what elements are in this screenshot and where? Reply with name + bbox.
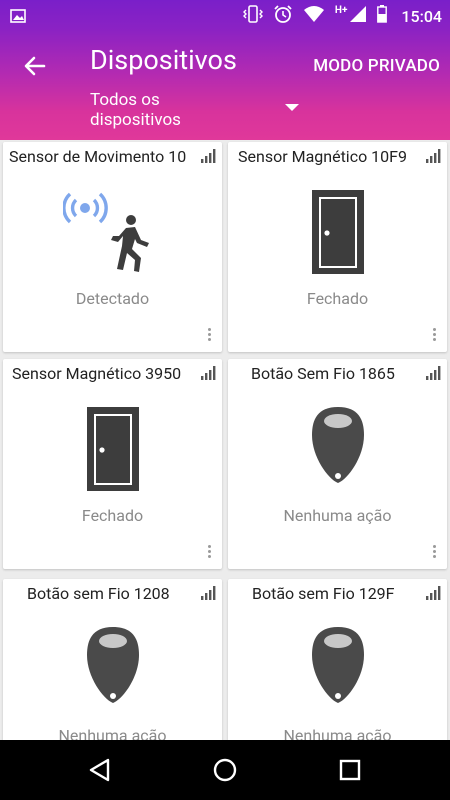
alarm-icon [273, 4, 293, 28]
vibrate-icon [242, 5, 263, 27]
signal-strength-icon [201, 366, 216, 380]
nav-recents-button[interactable] [336, 756, 364, 784]
device-status: Nenhuma ação [283, 726, 392, 740]
device-card[interactable]: Sensor de Movimento 10 Detectado [3, 142, 222, 352]
image-icon [10, 8, 26, 28]
arrow-left-icon [24, 56, 46, 76]
key-fob-icon [86, 627, 139, 703]
nav-back-button[interactable] [86, 756, 114, 784]
signal-strength-icon [426, 586, 441, 600]
device-name: Sensor Magnético 10F9 [238, 147, 407, 166]
device-status: Detectado [75, 289, 150, 308]
more-options-icon[interactable] [433, 328, 437, 342]
device-name: Sensor Magnético 3950 [12, 364, 182, 383]
motion-sensor-icon [62, 192, 149, 272]
key-fob-icon [311, 627, 364, 703]
cell-signal-icon [349, 5, 367, 27]
device-name: Sensor de Movimento 10 [9, 147, 187, 166]
door-icon [311, 190, 364, 274]
door-icon [86, 407, 139, 491]
square-recents-icon [339, 759, 361, 781]
page-title: Dispositivos [90, 44, 237, 76]
device-status: Nenhuma ação [58, 726, 167, 740]
device-status: Fechado [306, 289, 369, 308]
triangle-back-icon [89, 758, 110, 782]
key-fob-icon [311, 407, 364, 483]
status-bar: H+ 15:04 [0, 0, 450, 32]
device-name: Botão sem Fio 129F [252, 584, 395, 603]
device-name: Botão sem Fio 1208 [27, 584, 170, 603]
app-header: H+ 15:04 Dispositivos MODO PRIVADO Todos… [0, 0, 450, 140]
clock: 15:04 [401, 6, 442, 26]
device-status: Fechado [81, 506, 144, 525]
system-navigation-bar [0, 740, 450, 800]
nav-home-button[interactable] [211, 756, 239, 784]
network-type: H+ [334, 4, 348, 16]
device-filter-dropdown[interactable]: Todos os dispositivos [90, 90, 305, 132]
signal-strength-icon [201, 586, 216, 600]
wifi-icon [303, 5, 325, 27]
device-grid: Sensor de Movimento 10 Detectado Sensor … [0, 140, 450, 740]
filter-label: Todos os dispositivos [90, 90, 181, 130]
dropdown-arrow-icon [285, 104, 299, 111]
more-options-icon[interactable] [433, 545, 437, 559]
signal-strength-icon [201, 149, 216, 163]
private-mode-button[interactable]: MODO PRIVADO [313, 56, 440, 76]
signal-strength-icon [426, 366, 441, 380]
more-options-icon[interactable] [208, 545, 212, 559]
device-card[interactable]: Botão sem Fio 1208 Nenhuma ação [3, 579, 222, 740]
device-status: Nenhuma ação [283, 506, 392, 525]
device-card[interactable]: Sensor Magnético 10F9 Fechado [228, 142, 447, 352]
device-card[interactable]: Botão sem Fio 129F Nenhuma ação [228, 579, 447, 740]
signal-strength-icon [426, 149, 441, 163]
device-name: Botão Sem Fio 1865 [251, 364, 395, 383]
device-card[interactable]: Sensor Magnético 3950 Fechado [3, 359, 222, 569]
more-options-icon[interactable] [208, 328, 212, 342]
device-card[interactable]: Botão Sem Fio 1865 Nenhuma ação [228, 359, 447, 569]
back-button[interactable] [20, 51, 50, 81]
battery-icon [377, 5, 388, 27]
circle-home-icon [213, 758, 237, 782]
